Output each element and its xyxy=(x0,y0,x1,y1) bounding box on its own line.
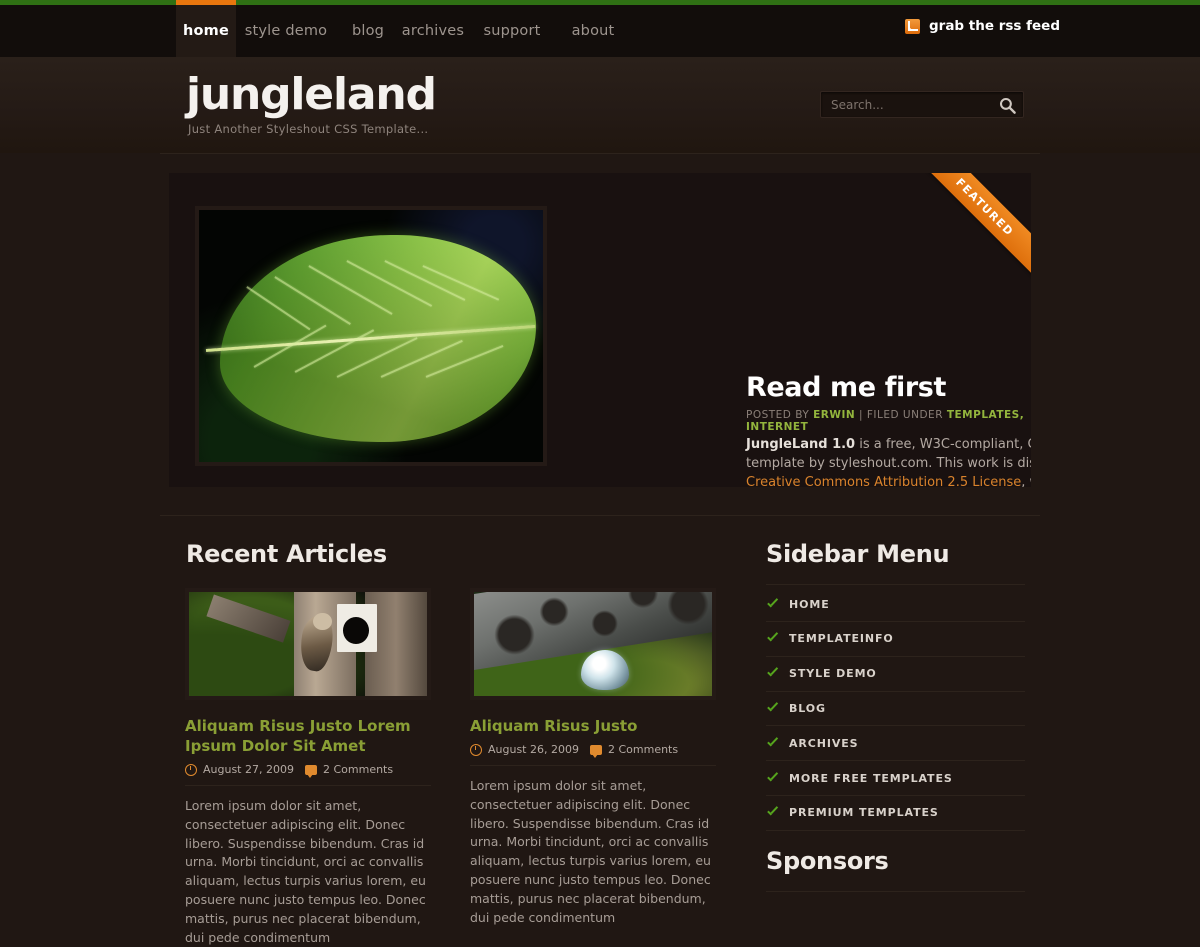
license-link[interactable]: Creative Commons Attribution 2.5 License xyxy=(746,475,1021,487)
sponsors-separator xyxy=(766,891,1025,892)
check-icon xyxy=(766,667,779,680)
nest-box-hole xyxy=(342,616,369,644)
sidebar-item-label: ARCHIVES xyxy=(789,736,859,750)
top-bar: home style demo blog archives support about g… xyxy=(0,0,1200,57)
water-droplet xyxy=(581,650,629,690)
article-date: August 26, 2009 xyxy=(488,743,579,756)
article-title[interactable]: Aliquam Risus Justo Lorem Ipsum Dolor Si… xyxy=(185,716,431,756)
check-icon xyxy=(766,632,779,645)
featured-post-title[interactable]: Read me first xyxy=(746,372,946,403)
featured-image-leaf xyxy=(199,210,543,462)
sponsors-heading: Sponsors xyxy=(766,847,889,875)
sidebar-item-label: PREMIUM TEMPLATES xyxy=(789,806,939,820)
clock-icon xyxy=(470,743,482,756)
article-excerpt: Lorem ipsum dolor sit amet, consectetuer… xyxy=(185,798,426,945)
featured-image-frame xyxy=(195,206,547,466)
rss-feed-label: grab the rss feed xyxy=(929,18,1060,34)
wood-beam xyxy=(206,593,291,642)
site-tagline: Just Another Styleshout CSS Template... xyxy=(188,122,429,136)
rss-icon xyxy=(905,18,920,34)
sidebar-item-label: MORE FREE TEMPLATES xyxy=(789,771,953,785)
sidebar-item-premium-templates[interactable]: PREMIUM TEMPLATES xyxy=(766,796,1025,831)
article-date: August 27, 2009 xyxy=(203,763,294,776)
sidebar-heading: Sidebar Menu xyxy=(766,540,950,568)
article-comments[interactable]: 2 Comments xyxy=(323,763,393,776)
meta-posted-by-label: POSTED BY xyxy=(746,409,810,421)
site-logo[interactable]: jungleland xyxy=(186,73,437,117)
check-icon xyxy=(766,598,779,611)
comment-icon xyxy=(304,764,317,778)
sidebar-item-more-free-templates[interactable]: MORE FREE TEMPLATES xyxy=(766,761,1025,796)
featured-lead: JungleLand 1.0 xyxy=(746,437,856,452)
clock-icon xyxy=(185,763,197,776)
sidebar-item-label: BLOG xyxy=(789,701,826,715)
check-icon xyxy=(766,737,779,750)
article-meta: August 26, 2009 2 Comments xyxy=(470,743,716,758)
article-meta: August 27, 2009 2 Comments xyxy=(185,763,431,778)
featured-ribbon: FEATURED xyxy=(911,173,1031,281)
article-thumbnail-droplet xyxy=(474,592,712,696)
featured-paragraph-1: JungleLand 1.0 is a free, W3C-compliant,… xyxy=(746,435,1031,487)
featured-post-body: JungleLand 1.0 is a free, W3C-compliant,… xyxy=(746,435,1031,487)
featured-post: FEATURED Read me first POSTED BY ERWIN |… xyxy=(169,173,1031,487)
nav-item-support[interactable]: support xyxy=(466,5,558,57)
nav-item-about[interactable]: about xyxy=(558,5,628,57)
article-divider xyxy=(470,765,716,766)
article-comments[interactable]: 2 Comments xyxy=(608,743,678,756)
section-separator xyxy=(160,515,1040,516)
sidebar-item-style-demo[interactable]: STYLE DEMO xyxy=(766,657,1025,692)
recent-articles-heading: Recent Articles xyxy=(186,540,387,568)
meta-author[interactable]: ERWIN xyxy=(813,409,855,421)
nav-item-home[interactable]: home xyxy=(176,5,236,57)
sidebar-item-blog[interactable]: BLOG xyxy=(766,691,1025,727)
article-card: Aliquam Risus Justo August 26, 2009 2 Co… xyxy=(470,588,716,927)
check-icon xyxy=(766,772,779,785)
search-box xyxy=(820,91,1024,118)
search-input[interactable] xyxy=(831,92,991,117)
article-divider xyxy=(185,785,431,786)
sidebar-item-label: TEMPLATEINFO xyxy=(789,632,894,646)
nav-item-archives[interactable]: archives xyxy=(400,5,466,57)
article-thumbnail-frame[interactable] xyxy=(470,588,716,700)
sidebar-item-home[interactable]: HOME xyxy=(766,587,1025,622)
sidebar-item-archives[interactable]: ARCHIVES xyxy=(766,726,1025,762)
nav-item-style-demo[interactable]: style demo xyxy=(236,5,336,57)
article-card: Aliquam Risus Justo Lorem Ipsum Dolor Si… xyxy=(185,588,431,947)
sidebar-top-separator xyxy=(766,584,1025,585)
check-icon xyxy=(766,806,779,819)
nav-item-blog[interactable]: blog xyxy=(336,5,400,57)
site-header: jungleland Just Another Styleshout CSS T… xyxy=(0,57,1200,153)
article-excerpt: Lorem ipsum dolor sit amet, consectetuer… xyxy=(470,778,711,925)
bird-head xyxy=(312,612,332,631)
sidebar-item-templateinfo[interactable]: TEMPLATEINFO xyxy=(766,622,1025,657)
rss-feed-link[interactable]: grab the rss feed xyxy=(905,0,1060,52)
featured-post-meta: POSTED BY ERWIN | FILED UNDER TEMPLATES,… xyxy=(746,409,1031,433)
comment-icon xyxy=(589,744,602,758)
article-thumbnail-frame[interactable] xyxy=(185,588,431,700)
meta-filed-under-label: | FILED UNDER xyxy=(859,409,943,421)
header-separator xyxy=(160,153,1040,154)
article-thumbnail-bird xyxy=(189,592,427,696)
article-title[interactable]: Aliquam Risus Justo xyxy=(470,716,716,736)
check-icon xyxy=(766,702,779,715)
sidebar-item-label: HOME xyxy=(789,597,830,611)
sidebar-item-label: STYLE DEMO xyxy=(789,667,877,681)
search-icon[interactable] xyxy=(998,96,1017,115)
